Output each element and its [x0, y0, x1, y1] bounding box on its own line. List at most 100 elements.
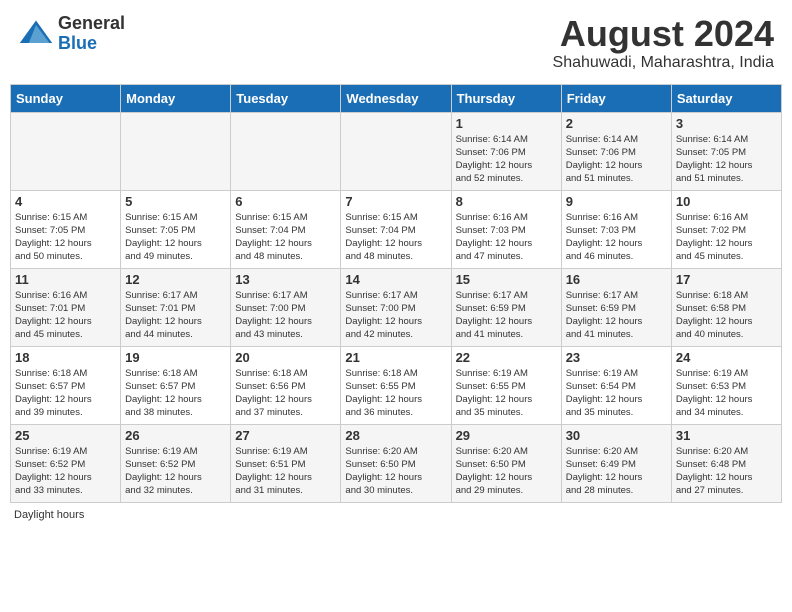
day-number: 13 — [235, 272, 336, 287]
month-year: August 2024 — [553, 14, 774, 54]
day-info: Sunrise: 6:20 AM Sunset: 6:48 PM Dayligh… — [676, 445, 777, 498]
day-number: 3 — [676, 116, 777, 131]
calendar-cell: 22 Sunrise: 6:19 AM Sunset: 6:55 PM Dayli… — [451, 346, 561, 424]
day-info: Sunrise: 6:19 AM Sunset: 6:55 PM Dayligh… — [456, 367, 557, 420]
day-info: Sunrise: 6:14 AM Sunset: 7:06 PM Dayligh… — [456, 133, 557, 186]
day-number: 6 — [235, 194, 336, 209]
day-info: Sunrise: 6:16 AM Sunset: 7:03 PM Dayligh… — [566, 211, 667, 264]
calendar-cell: 24 Sunrise: 6:19 AM Sunset: 6:53 PM Dayli… — [671, 346, 781, 424]
header-day-thursday: Thursday — [451, 84, 561, 112]
day-info: Sunrise: 6:17 AM Sunset: 7:00 PM Dayligh… — [235, 289, 336, 342]
day-info: Sunrise: 6:18 AM Sunset: 6:57 PM Dayligh… — [15, 367, 116, 420]
day-number: 17 — [676, 272, 777, 287]
header-day-monday: Monday — [121, 84, 231, 112]
calendar-table: SundayMondayTuesdayWednesdayThursdayFrid… — [10, 84, 782, 503]
location: Shahuwadi, Maharashtra, India — [553, 54, 774, 72]
day-number: 24 — [676, 350, 777, 365]
calendar-cell: 25 Sunrise: 6:19 AM Sunset: 6:52 PM Dayli… — [11, 424, 121, 502]
day-info: Sunrise: 6:17 AM Sunset: 7:01 PM Dayligh… — [125, 289, 226, 342]
calendar-cell: 9 Sunrise: 6:16 AM Sunset: 7:03 PM Daylig… — [561, 190, 671, 268]
calendar-cell: 27 Sunrise: 6:19 AM Sunset: 6:51 PM Dayli… — [231, 424, 341, 502]
header-day-friday: Friday — [561, 84, 671, 112]
calendar-cell — [11, 112, 121, 190]
day-info: Sunrise: 6:14 AM Sunset: 7:05 PM Dayligh… — [676, 133, 777, 186]
week-row-3: 11 Sunrise: 6:16 AM Sunset: 7:01 PM Dayli… — [11, 268, 782, 346]
title-block: August 2024 Shahuwadi, Maharashtra, Indi… — [553, 14, 774, 72]
header-day-tuesday: Tuesday — [231, 84, 341, 112]
calendar-cell — [121, 112, 231, 190]
calendar-cell: 13 Sunrise: 6:17 AM Sunset: 7:00 PM Dayli… — [231, 268, 341, 346]
calendar-cell: 2 Sunrise: 6:14 AM Sunset: 7:06 PM Daylig… — [561, 112, 671, 190]
day-number: 26 — [125, 428, 226, 443]
day-info: Sunrise: 6:14 AM Sunset: 7:06 PM Dayligh… — [566, 133, 667, 186]
day-number: 30 — [566, 428, 667, 443]
day-info: Sunrise: 6:20 AM Sunset: 6:49 PM Dayligh… — [566, 445, 667, 498]
day-number: 11 — [15, 272, 116, 287]
calendar-cell: 8Sunrise: 6:16 AM Sunset: 7:03 PM Daylig… — [451, 190, 561, 268]
day-info: Sunrise: 6:16 AM Sunset: 7:01 PM Dayligh… — [15, 289, 116, 342]
logo: General Blue — [18, 14, 125, 54]
day-info: Sunrise: 6:18 AM Sunset: 6:58 PM Dayligh… — [676, 289, 777, 342]
day-number: 7 — [345, 194, 446, 209]
day-info: Sunrise: 6:19 AM Sunset: 6:52 PM Dayligh… — [125, 445, 226, 498]
day-info: Sunrise: 6:17 AM Sunset: 6:59 PM Dayligh… — [566, 289, 667, 342]
header-day-saturday: Saturday — [671, 84, 781, 112]
calendar-cell: 17 Sunrise: 6:18 AM Sunset: 6:58 PM Dayli… — [671, 268, 781, 346]
day-info: Sunrise: 6:15 AM Sunset: 7:05 PM Dayligh… — [125, 211, 226, 264]
day-info: Sunrise: 6:17 AM Sunset: 7:00 PM Dayligh… — [345, 289, 446, 342]
calendar-cell: 23Sunrise: 6:19 AM Sunset: 6:54 PM Dayli… — [561, 346, 671, 424]
header-day-sunday: Sunday — [11, 84, 121, 112]
calendar-cell: 20Sunrise: 6:18 AM Sunset: 6:56 PM Dayli… — [231, 346, 341, 424]
day-number: 14 — [345, 272, 446, 287]
calendar-header: SundayMondayTuesdayWednesdayThursdayFrid… — [11, 84, 782, 112]
day-number: 22 — [456, 350, 557, 365]
day-info: Sunrise: 6:19 AM Sunset: 6:52 PM Dayligh… — [15, 445, 116, 498]
calendar-cell: 6Sunrise: 6:15 AM Sunset: 7:04 PM Daylig… — [231, 190, 341, 268]
logo-text: General Blue — [58, 14, 125, 54]
calendar-body: 1 Sunrise: 6:14 AM Sunset: 7:06 PM Daylig… — [11, 112, 782, 502]
calendar-cell: 28Sunrise: 6:20 AM Sunset: 6:50 PM Dayli… — [341, 424, 451, 502]
logo-general-text: General — [58, 14, 125, 34]
day-number: 16 — [566, 272, 667, 287]
day-number: 23 — [566, 350, 667, 365]
day-number: 10 — [676, 194, 777, 209]
day-info: Sunrise: 6:19 AM Sunset: 6:53 PM Dayligh… — [676, 367, 777, 420]
day-info: Sunrise: 6:15 AM Sunset: 7:04 PM Dayligh… — [345, 211, 446, 264]
week-row-5: 25 Sunrise: 6:19 AM Sunset: 6:52 PM Dayli… — [11, 424, 782, 502]
header: General Blue August 2024 Shahuwadi, Maha… — [10, 10, 782, 76]
calendar-cell: 26 Sunrise: 6:19 AM Sunset: 6:52 PM Dayli… — [121, 424, 231, 502]
day-info: Sunrise: 6:17 AM Sunset: 6:59 PM Dayligh… — [456, 289, 557, 342]
day-info: Sunrise: 6:15 AM Sunset: 7:05 PM Dayligh… — [15, 211, 116, 264]
day-number: 15 — [456, 272, 557, 287]
calendar-cell: 18Sunrise: 6:18 AM Sunset: 6:57 PM Dayli… — [11, 346, 121, 424]
calendar-cell: 12Sunrise: 6:17 AM Sunset: 7:01 PM Dayli… — [121, 268, 231, 346]
calendar-cell: 29Sunrise: 6:20 AM Sunset: 6:50 PM Dayli… — [451, 424, 561, 502]
day-info: Sunrise: 6:18 AM Sunset: 6:55 PM Dayligh… — [345, 367, 446, 420]
day-number: 1 — [456, 116, 557, 131]
day-number: 31 — [676, 428, 777, 443]
day-number: 21 — [345, 350, 446, 365]
calendar-cell: 15 Sunrise: 6:17 AM Sunset: 6:59 PM Dayli… — [451, 268, 561, 346]
week-row-1: 1 Sunrise: 6:14 AM Sunset: 7:06 PM Daylig… — [11, 112, 782, 190]
calendar-cell — [231, 112, 341, 190]
calendar-cell: 14 Sunrise: 6:17 AM Sunset: 7:00 PM Dayli… — [341, 268, 451, 346]
calendar-cell: 19Sunrise: 6:18 AM Sunset: 6:57 PM Dayli… — [121, 346, 231, 424]
footer: Daylight hours — [10, 509, 782, 521]
daylight-label: Daylight hours — [14, 509, 84, 521]
day-number: 25 — [15, 428, 116, 443]
day-info: Sunrise: 6:16 AM Sunset: 7:03 PM Dayligh… — [456, 211, 557, 264]
logo-icon — [18, 16, 54, 52]
day-number: 27 — [235, 428, 336, 443]
day-number: 28 — [345, 428, 446, 443]
calendar-cell: 4Sunrise: 6:15 AM Sunset: 7:05 PM Daylig… — [11, 190, 121, 268]
calendar-cell: 3 Sunrise: 6:14 AM Sunset: 7:05 PM Daylig… — [671, 112, 781, 190]
day-number: 2 — [566, 116, 667, 131]
calendar-cell: 31 Sunrise: 6:20 AM Sunset: 6:48 PM Dayli… — [671, 424, 781, 502]
calendar-cell: 1 Sunrise: 6:14 AM Sunset: 7:06 PM Daylig… — [451, 112, 561, 190]
calendar-cell: 30 Sunrise: 6:20 AM Sunset: 6:49 PM Dayli… — [561, 424, 671, 502]
calendar-cell — [341, 112, 451, 190]
day-info: Sunrise: 6:19 AM Sunset: 6:51 PM Dayligh… — [235, 445, 336, 498]
day-number: 20 — [235, 350, 336, 365]
day-number: 29 — [456, 428, 557, 443]
day-number: 9 — [566, 194, 667, 209]
